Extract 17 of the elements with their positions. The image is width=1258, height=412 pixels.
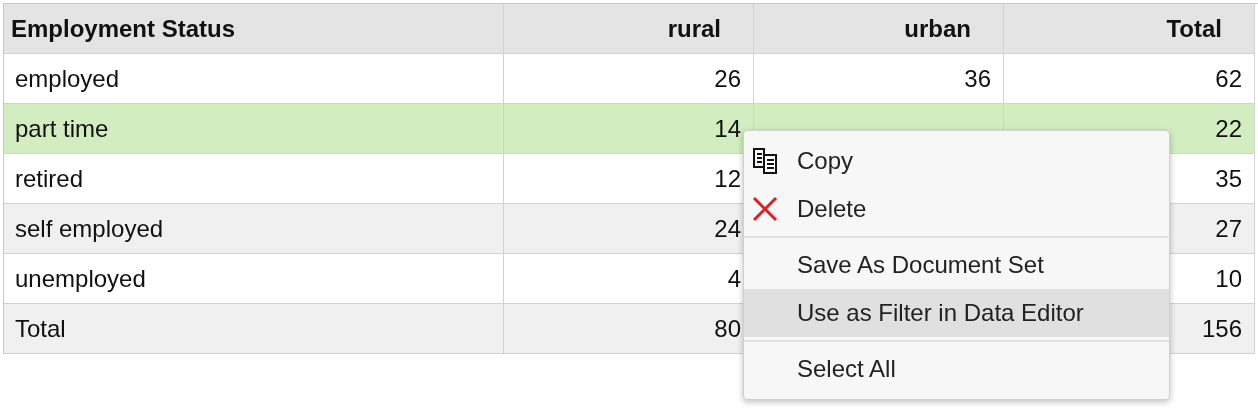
column-header[interactable]: urban bbox=[754, 4, 1004, 54]
table-cell: unemployed bbox=[4, 254, 504, 304]
table-cell: 36 bbox=[754, 54, 1004, 104]
table-cell: retired bbox=[4, 154, 504, 204]
table-cell: Total bbox=[4, 304, 504, 354]
menu-item[interactable]: Use as Filter in Data Editor bbox=[744, 289, 1169, 337]
table-cell: 14 bbox=[504, 104, 754, 154]
column-header[interactable]: rural bbox=[504, 4, 754, 54]
close-icon bbox=[752, 196, 778, 222]
column-header[interactable]: Total bbox=[1004, 4, 1255, 54]
table-cell: 26 bbox=[504, 54, 754, 104]
table-cell: part time bbox=[4, 104, 504, 154]
table-cell: employed bbox=[4, 54, 504, 104]
copy-icon bbox=[752, 147, 780, 175]
table-cell: 62 bbox=[1004, 54, 1255, 104]
table-cell: self employed bbox=[4, 204, 504, 254]
column-header[interactable]: Employment Status bbox=[4, 4, 504, 54]
